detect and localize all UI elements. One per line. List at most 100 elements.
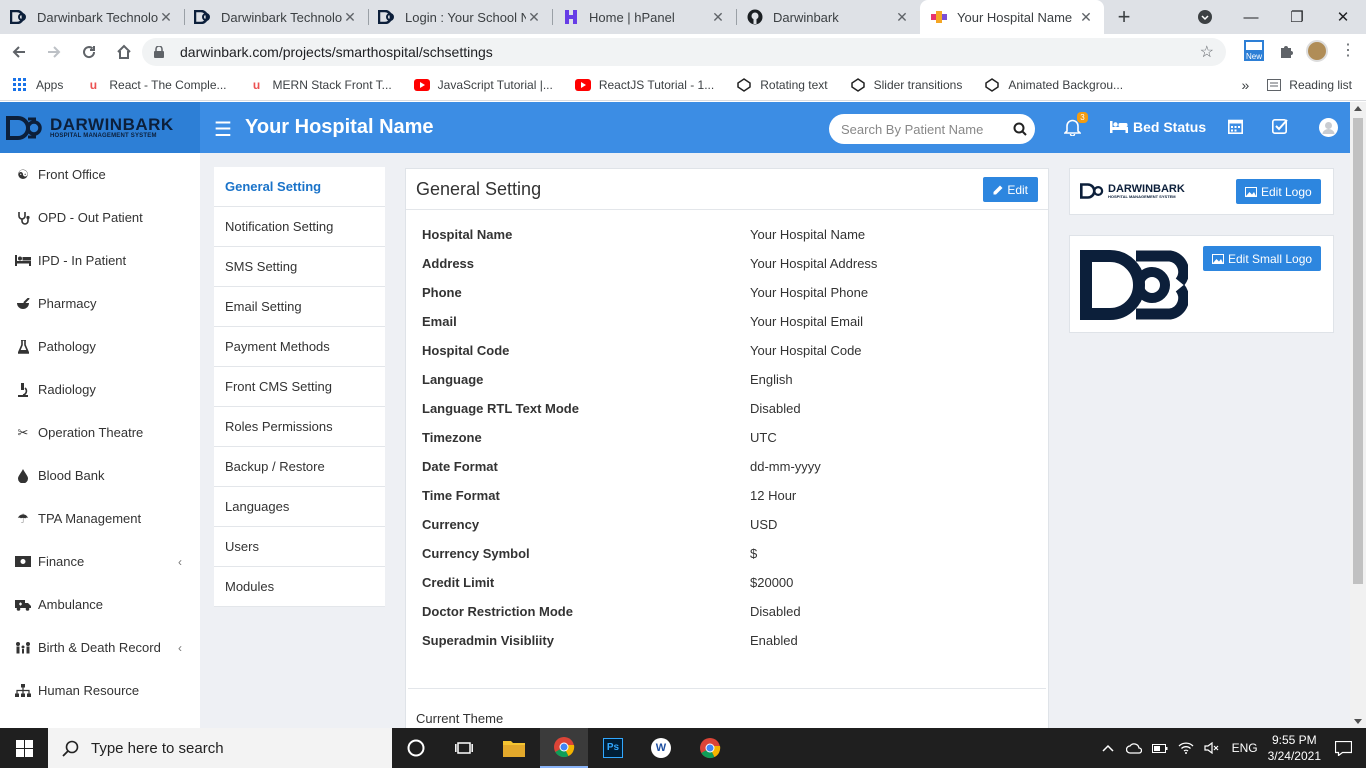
scrollbar-thumb[interactable] [1353,118,1363,584]
minimize-icon[interactable]: — [1228,9,1274,26]
language-indicator[interactable]: ENG [1232,741,1258,755]
tab-close-icon[interactable]: ✕ [894,9,910,26]
settings-menu-item-front-cms[interactable]: Front CMS Setting [214,367,385,407]
extensions-puzzle-icon[interactable] [1278,43,1294,59]
tab-close-icon[interactable]: ✕ [158,9,174,26]
github-icon [746,8,764,26]
edit-small-logo-button[interactable]: Edit Small Logo [1203,246,1322,271]
scroll-down-arrow-icon[interactable] [1354,719,1362,724]
setting-value: USD [750,517,778,532]
sidebar-item-label: Blood Bank [38,468,105,483]
brand-subtitle: HOSPITAL MANAGEMENT SYSTEM [50,132,157,139]
edit-logo-button[interactable]: Edit Logo [1236,179,1321,204]
page-scrollbar[interactable] [1350,102,1366,728]
cortana-icon[interactable] [392,728,440,768]
bookmark-star-icon[interactable]: ☆ [1200,42,1214,62]
cloud-icon[interactable] [1125,742,1142,754]
settings-menu-item-languages[interactable]: Languages [214,487,385,527]
bookmark-item[interactable]: u React - The Comple... [85,77,227,93]
settings-menu-item-modules[interactable]: Modules [214,567,385,607]
bookmark-item[interactable]: Rotating text [736,77,828,93]
bed-status-button[interactable]: Bed Status [1110,119,1206,135]
reading-list-button[interactable]: Reading list [1289,78,1352,92]
user-avatar-icon[interactable] [1319,118,1338,137]
settings-menu-item-email[interactable]: Email Setting [214,287,385,327]
sidebar-item-operation-theatre[interactable]: ✂ Operation Theatre [0,411,200,454]
scroll-up-arrow-icon[interactable] [1354,106,1362,111]
search-icon[interactable] [1013,122,1027,136]
browser-tab[interactable]: Darwinbark Technolog ✕ [0,0,184,34]
chevron-up-icon[interactable] [1102,744,1114,752]
reload-icon[interactable] [73,36,105,68]
sidebar-item-ambulance[interactable]: Ambulance [0,583,200,626]
tab-search-icon[interactable] [1182,10,1228,24]
sidebar-item-label: Radiology [38,382,96,397]
browser-tab[interactable]: Darwinbark Technolog ✕ [184,0,368,34]
address-bar[interactable]: darwinbark.com/projects/smarthospital/sc… [142,38,1226,66]
taskbar-search[interactable]: Type here to search [48,728,392,768]
tab-close-icon[interactable]: ✕ [1078,9,1094,26]
sidebar-item-front-office[interactable]: ☯ Front Office [0,153,200,196]
app-w-icon[interactable]: W [637,728,685,768]
sidebar-item-opd[interactable]: OPD - Out Patient [0,196,200,239]
volume-muted-icon[interactable] [1203,742,1220,754]
settings-menu-item-payment[interactable]: Payment Methods [214,327,385,367]
sidebar-item-pathology[interactable]: Pathology [0,325,200,368]
sidebar-item-radiology[interactable]: Radiology [0,368,200,411]
notification-center-icon[interactable] [1335,740,1352,756]
tab-close-icon[interactable]: ✕ [526,9,542,26]
new-tab-button[interactable]: + [1104,0,1144,34]
photoshop-icon[interactable]: Ps [589,728,637,768]
patient-search-input[interactable] [841,121,1001,137]
windows-start-icon[interactable] [0,728,48,768]
menu-toggle-icon[interactable]: ☰ [214,117,232,142]
clock[interactable]: 9:55 PM 3/24/2021 [1268,732,1321,764]
close-window-icon[interactable]: ✕ [1320,8,1366,26]
setting-row: Email Your Hospital Email [422,314,1032,334]
browser-tab[interactable]: Home | hPanel ✕ [552,0,736,34]
profile-avatar[interactable] [1306,40,1328,62]
sidebar-item-tpa-management[interactable]: ☂ TPA Management [0,497,200,540]
bookmark-item[interactable]: ReactJS Tutorial - 1... [574,77,714,93]
settings-menu-item-general[interactable]: General Setting [214,167,385,207]
tab-close-icon[interactable]: ✕ [710,9,726,26]
calendar-icon[interactable] [1228,118,1243,134]
edit-button[interactable]: Edit [983,177,1038,202]
chrome-taskbar-icon[interactable] [540,728,588,768]
task-view-icon[interactable] [440,728,488,768]
sidebar-item-finance[interactable]: Finance ‹ [0,540,200,583]
bookmark-item[interactable]: Animated Backgrou... [984,77,1123,93]
browser-tab[interactable]: Darwinbark ✕ [736,0,920,34]
wifi-icon[interactable] [1178,742,1194,754]
forward-icon[interactable] [38,36,70,68]
home-icon[interactable] [108,36,140,68]
sidebar-item-blood-bank[interactable]: Blood Bank [0,454,200,497]
sidebar-item-human-resource[interactable]: Human Resource [0,669,200,712]
sidebar-item-birth-death-record[interactable]: Birth & Death Record ‹ [0,626,200,669]
more-bookmarks-button[interactable]: » [1242,77,1250,93]
bookmark-item[interactable]: JavaScript Tutorial |... [413,77,553,93]
bookmark-item[interactable]: Slider transitions [850,77,962,93]
file-explorer-icon[interactable] [490,728,538,768]
settings-menu-item-notification[interactable]: Notification Setting [214,207,385,247]
reading-list-icon [1267,79,1282,91]
bookmark-apps[interactable]: Apps [12,77,63,93]
sidebar-item-ipd[interactable]: IPD - In Patient [0,239,200,282]
browser-tab-active[interactable]: Your Hospital Name ✕ [920,0,1104,34]
chrome-menu-icon[interactable]: ⋮ [1340,43,1356,59]
settings-menu-item-roles[interactable]: Roles Permissions [214,407,385,447]
chrome-taskbar-icon-2[interactable] [686,728,734,768]
settings-menu-item-sms[interactable]: SMS Setting [214,247,385,287]
back-icon[interactable] [3,36,35,68]
news-extension-icon[interactable]: New [1244,40,1266,62]
brand-logo[interactable]: DARWINBARK HOSPITAL MANAGEMENT SYSTEM [0,102,200,153]
settings-menu-item-users[interactable]: Users [214,527,385,567]
browser-tab[interactable]: Login : Your School Na ✕ [368,0,552,34]
bookmark-item[interactable]: u MERN Stack Front T... [249,77,392,93]
settings-menu-item-backup[interactable]: Backup / Restore [214,447,385,487]
tab-close-icon[interactable]: ✕ [342,9,358,26]
task-check-icon[interactable] [1272,118,1289,134]
battery-icon[interactable] [1151,742,1168,754]
restore-icon[interactable]: ❐ [1274,8,1320,26]
sidebar-item-pharmacy[interactable]: Pharmacy [0,282,200,325]
